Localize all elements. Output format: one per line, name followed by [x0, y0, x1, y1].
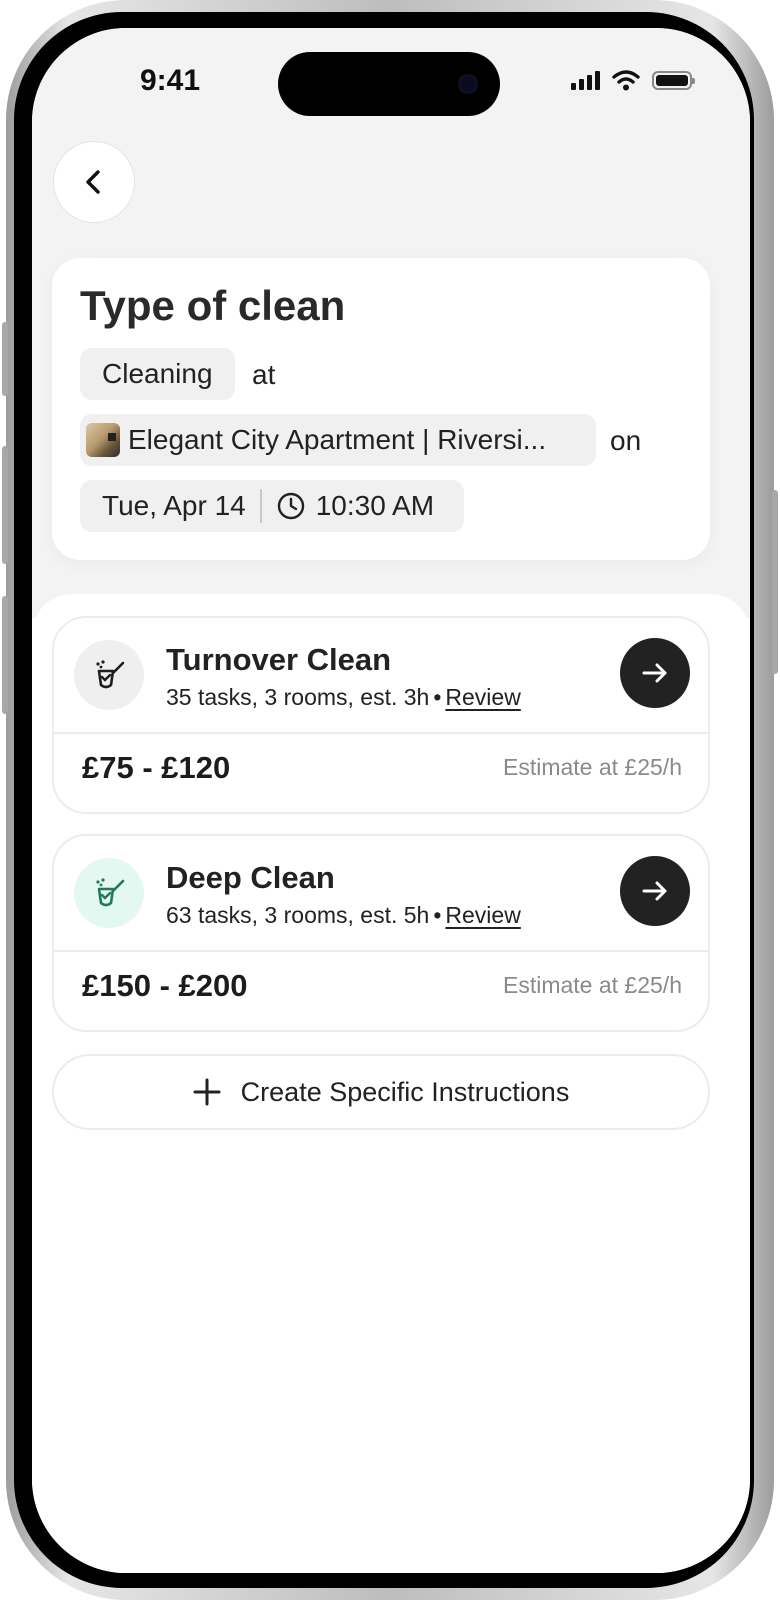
connector-at: at	[252, 359, 276, 390]
option-title: Turnover Clean	[166, 642, 392, 677]
cleaning-spray-icon	[74, 640, 144, 710]
chip-divider	[259, 489, 262, 523]
wifi-icon	[612, 70, 640, 91]
option-meta-text: 63 tasks, 3 rooms, est. 5h	[166, 902, 430, 928]
clean-option-card[interactable]: Turnover Clean 35 tasks, 3 rooms, est. 3…	[52, 616, 710, 814]
cleaning-spray-icon	[74, 858, 144, 928]
cellular-signal-icon	[571, 70, 600, 90]
clean-option-card[interactable]: Deep Clean 63 tasks, 3 rooms, est. 5h • Re…	[52, 834, 710, 1032]
time-label: 10:30 AM	[315, 490, 435, 521]
select-option-button[interactable]	[620, 638, 690, 708]
property-chip-label: Elegant City Apartment | Riversi...	[128, 424, 547, 455]
review-link[interactable]: Review	[445, 902, 520, 928]
datetime-chip[interactable]: Tue, Apr 14 10:30 AM	[80, 480, 464, 532]
dynamic-island	[278, 52, 500, 116]
camera-icon	[458, 74, 478, 94]
option-divider	[54, 732, 708, 734]
select-option-button[interactable]	[620, 856, 690, 926]
power-button	[772, 490, 778, 674]
separator-dot: •	[433, 684, 442, 710]
create-instructions-button[interactable]: Create Specific Instructions	[52, 1054, 710, 1130]
volume-up-button	[2, 446, 8, 564]
connector-on: on	[610, 425, 642, 456]
status-time: 9:41	[140, 64, 201, 97]
service-chip-label: Cleaning	[102, 358, 213, 389]
screen: 9:41 Type of clean Cleaning at Elegant C…	[32, 28, 750, 1573]
clean-options-sheet: Turnover Clean 35 tasks, 3 rooms, est. 3…	[32, 594, 750, 1573]
status-icons	[571, 68, 695, 92]
property-thumbnail	[86, 423, 120, 457]
chevron-left-icon	[86, 170, 100, 194]
clock-icon	[277, 492, 304, 520]
status-bar: 9:41	[32, 28, 750, 138]
date-label: Tue, Apr 14	[102, 490, 246, 521]
option-meta: 35 tasks, 3 rooms, est. 3h • Review	[166, 684, 521, 711]
service-chip[interactable]: Cleaning	[80, 348, 235, 400]
plus-icon	[193, 1078, 221, 1106]
arrow-right-icon	[642, 663, 667, 683]
page-title: Type of clean	[80, 282, 346, 329]
option-meta-text: 35 tasks, 3 rooms, est. 3h	[166, 684, 430, 710]
option-title: Deep Clean	[166, 860, 335, 895]
booking-summary-card: Type of clean Cleaning at Elegant City A…	[52, 258, 710, 560]
arrow-right-icon	[642, 881, 667, 901]
option-estimate: Estimate at £25/h	[503, 754, 682, 780]
action-button	[2, 322, 8, 396]
volume-down-button	[2, 596, 8, 714]
battery-icon	[652, 70, 695, 90]
option-estimate: Estimate at £25/h	[503, 972, 682, 998]
property-chip[interactable]: Elegant City Apartment | Riversi...	[80, 414, 596, 466]
separator-dot: •	[433, 902, 442, 928]
option-price: £75 - £120	[82, 750, 231, 785]
back-button[interactable]	[54, 142, 134, 222]
option-divider	[54, 950, 708, 952]
review-link[interactable]: Review	[445, 684, 520, 710]
option-meta: 63 tasks, 3 rooms, est. 5h • Review	[166, 902, 521, 929]
option-price: £150 - £200	[82, 968, 248, 1003]
create-instructions-label: Create Specific Instructions	[240, 1076, 570, 1107]
